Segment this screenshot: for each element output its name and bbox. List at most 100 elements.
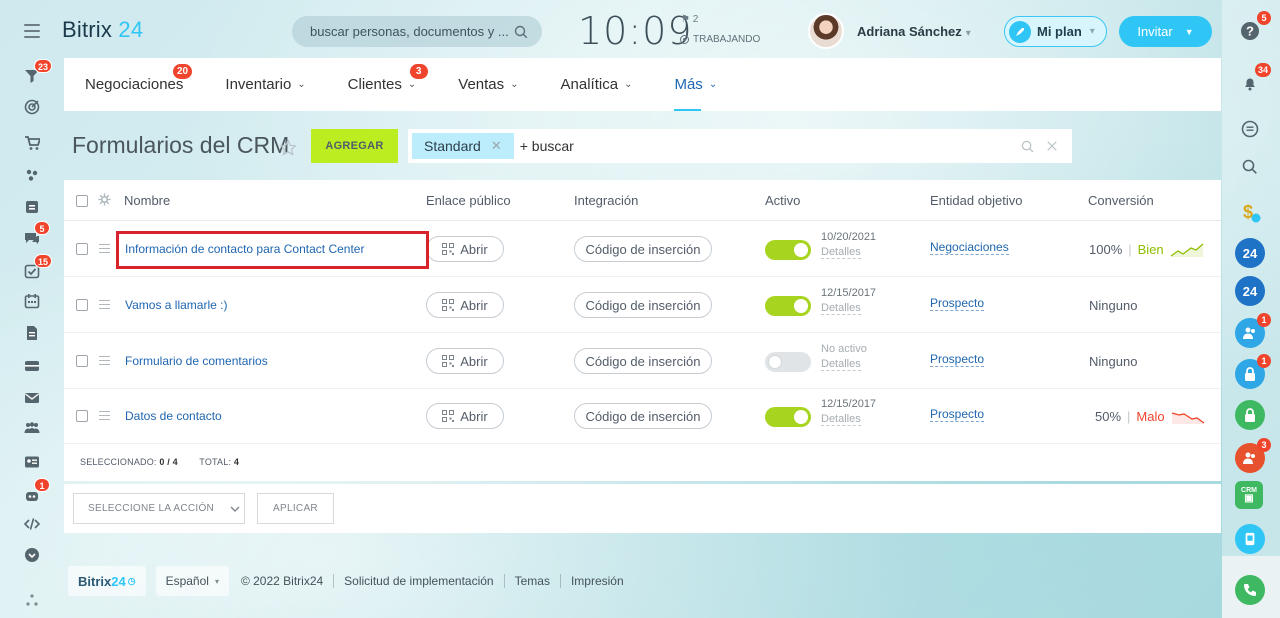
filter-search-bar[interactable]: Standard ✕ + buscar: [408, 129, 1072, 163]
mail-icon[interactable]: [22, 388, 42, 408]
phone-icon[interactable]: [1235, 575, 1265, 605]
active-toggle[interactable]: [765, 352, 811, 372]
column-header[interactable]: Enlace público: [426, 193, 511, 208]
search-icon[interactable]: [1021, 140, 1034, 153]
clear-icon[interactable]: [1046, 140, 1058, 152]
bubbles-icon[interactable]: [22, 165, 42, 185]
drive-icon[interactable]: [22, 356, 42, 376]
tab-clientes[interactable]: Clientes ⌄ 3: [348, 58, 428, 111]
details-link[interactable]: Detalles: [821, 358, 861, 371]
form-name-link[interactable]: Formulario de comentarios: [125, 354, 268, 368]
green-lock-icon[interactable]: [1235, 400, 1265, 430]
select-all-checkbox[interactable]: [76, 195, 88, 207]
target-icon[interactable]: [22, 97, 42, 117]
column-header[interactable]: Conversión: [1088, 193, 1154, 208]
avatar[interactable]: [808, 13, 844, 49]
code-icon[interactable]: [22, 514, 42, 534]
invite-button[interactable]: Invitar ▼: [1119, 16, 1212, 47]
active-toggle[interactable]: [765, 240, 811, 260]
table-row[interactable]: Formulario de comentarios Abrir Código d…: [64, 334, 1221, 389]
embed-code-button[interactable]: Código de inserción: [574, 403, 712, 429]
active-toggle[interactable]: [765, 296, 811, 316]
entity-link[interactable]: Prospecto: [930, 297, 985, 311]
bell-icon[interactable]: 34: [1235, 63, 1271, 98]
robot-icon[interactable]: 1: [22, 478, 50, 505]
form-name-link[interactable]: Vamos a llamarle :): [125, 298, 227, 312]
row-checkbox[interactable]: [76, 410, 88, 422]
lock-icon[interactable]: 1: [1235, 354, 1271, 389]
my-plan-button[interactable]: Mi plan ▾: [1004, 16, 1107, 47]
group-icon[interactable]: 1: [1235, 313, 1271, 348]
crm-form-icon[interactable]: CRM ▣: [1235, 481, 1263, 509]
entity-link[interactable]: Prospecto: [930, 353, 985, 367]
column-header[interactable]: Integración: [574, 193, 638, 208]
row-checkbox[interactable]: [76, 299, 88, 311]
footer-logo[interactable]: Bitrix 24 ◷: [68, 566, 146, 596]
open-link-button[interactable]: Abrir: [426, 292, 504, 318]
open-channel-icon[interactable]: 3: [1235, 438, 1271, 473]
chat-icon[interactable]: 5: [22, 221, 50, 248]
global-search-input[interactable]: buscar personas, documentos y ...: [292, 16, 542, 47]
close-icon[interactable]: ✕: [491, 138, 502, 154]
add-button[interactable]: AGREGAR: [311, 129, 398, 163]
drag-handle-icon[interactable]: [99, 411, 110, 421]
work-status[interactable]: TRABAJANDO: [680, 34, 760, 45]
search-icon[interactable]: [1235, 152, 1265, 182]
embed-code-button[interactable]: Código de inserción: [574, 236, 712, 262]
open-link-button[interactable]: Abrir: [426, 236, 504, 262]
filter-funnel-icon[interactable]: 23: [22, 59, 53, 86]
table-row[interactable]: Datos de contacto Abrir Código de inserc…: [64, 389, 1221, 444]
calendar-icon[interactable]: [22, 291, 42, 311]
open-link-button[interactable]: Abrir: [426, 403, 504, 429]
footer-link[interactable]: Temas: [503, 574, 560, 588]
apply-button[interactable]: APLICAR: [257, 493, 334, 524]
chevron-down-icon[interactable]: [22, 545, 42, 565]
active-toggle[interactable]: [765, 407, 811, 427]
drag-handle-icon[interactable]: [99, 300, 110, 310]
help-icon[interactable]: ? 5: [1235, 11, 1271, 46]
tab-ventas[interactable]: Ventas ⌄: [458, 58, 518, 111]
app-logo[interactable]: Bitrix 24: [62, 17, 143, 43]
details-link[interactable]: Detalles: [821, 413, 861, 426]
cart-icon[interactable]: [22, 133, 42, 153]
language-select[interactable]: Español ▾: [155, 566, 229, 596]
entity-link[interactable]: Negociaciones: [930, 241, 1009, 255]
tab-analitica[interactable]: Analítica ⌄: [561, 58, 633, 111]
tasks-icon[interactable]: 15: [22, 254, 53, 281]
work-time-clock[interactable]: 10:09: [578, 9, 693, 53]
b24-network-icon[interactable]: 24: [1235, 276, 1265, 306]
table-row[interactable]: Vamos a llamarle :) Abrir Código de inse…: [64, 278, 1221, 333]
footer-link[interactable]: Solicitud de implementación: [333, 574, 503, 588]
network-icon[interactable]: [22, 590, 42, 610]
entity-link[interactable]: Prospecto: [930, 408, 985, 422]
drag-handle-icon[interactable]: [99, 356, 110, 366]
tab-inventario[interactable]: Inventario ⌄: [225, 58, 305, 111]
embed-code-button[interactable]: Código de inserción: [574, 292, 712, 318]
drag-handle-icon[interactable]: [99, 244, 110, 254]
column-header[interactable]: Activo: [765, 193, 800, 208]
gear-icon[interactable]: [98, 193, 111, 206]
file-icon[interactable]: [22, 323, 42, 343]
open-link-button[interactable]: Abrir: [426, 348, 504, 374]
menu-icon[interactable]: [24, 24, 40, 38]
messages-icon[interactable]: [1235, 114, 1265, 144]
employees-icon[interactable]: [22, 418, 42, 438]
tab-mas[interactable]: Más ⌄: [674, 58, 717, 111]
star-icon[interactable]: [279, 139, 297, 157]
dollar-icon[interactable]: $: [1235, 197, 1265, 227]
user-menu[interactable]: Adriana Sánchez ▾: [857, 24, 971, 39]
column-header[interactable]: Nombre: [124, 193, 170, 208]
contact-card-icon[interactable]: [22, 452, 42, 472]
details-link[interactable]: Detalles: [821, 302, 861, 315]
tab-negociaciones[interactable]: Negociaciones 20: [85, 58, 193, 111]
b24-icon[interactable]: 24: [1235, 238, 1265, 268]
row-checkbox[interactable]: [76, 243, 88, 255]
document-icon[interactable]: [22, 197, 42, 217]
mobile-app-icon[interactable]: [1235, 524, 1265, 554]
action-select[interactable]: SELECCIONE LA ACCIÓN: [73, 493, 245, 524]
filter-search-input[interactable]: + buscar: [520, 138, 1021, 154]
filter-chip[interactable]: Standard ✕: [412, 133, 514, 159]
footer-link[interactable]: Impresión: [559, 574, 634, 588]
details-link[interactable]: Detalles: [821, 246, 861, 259]
column-header[interactable]: Entidad objetivo: [930, 193, 1023, 208]
